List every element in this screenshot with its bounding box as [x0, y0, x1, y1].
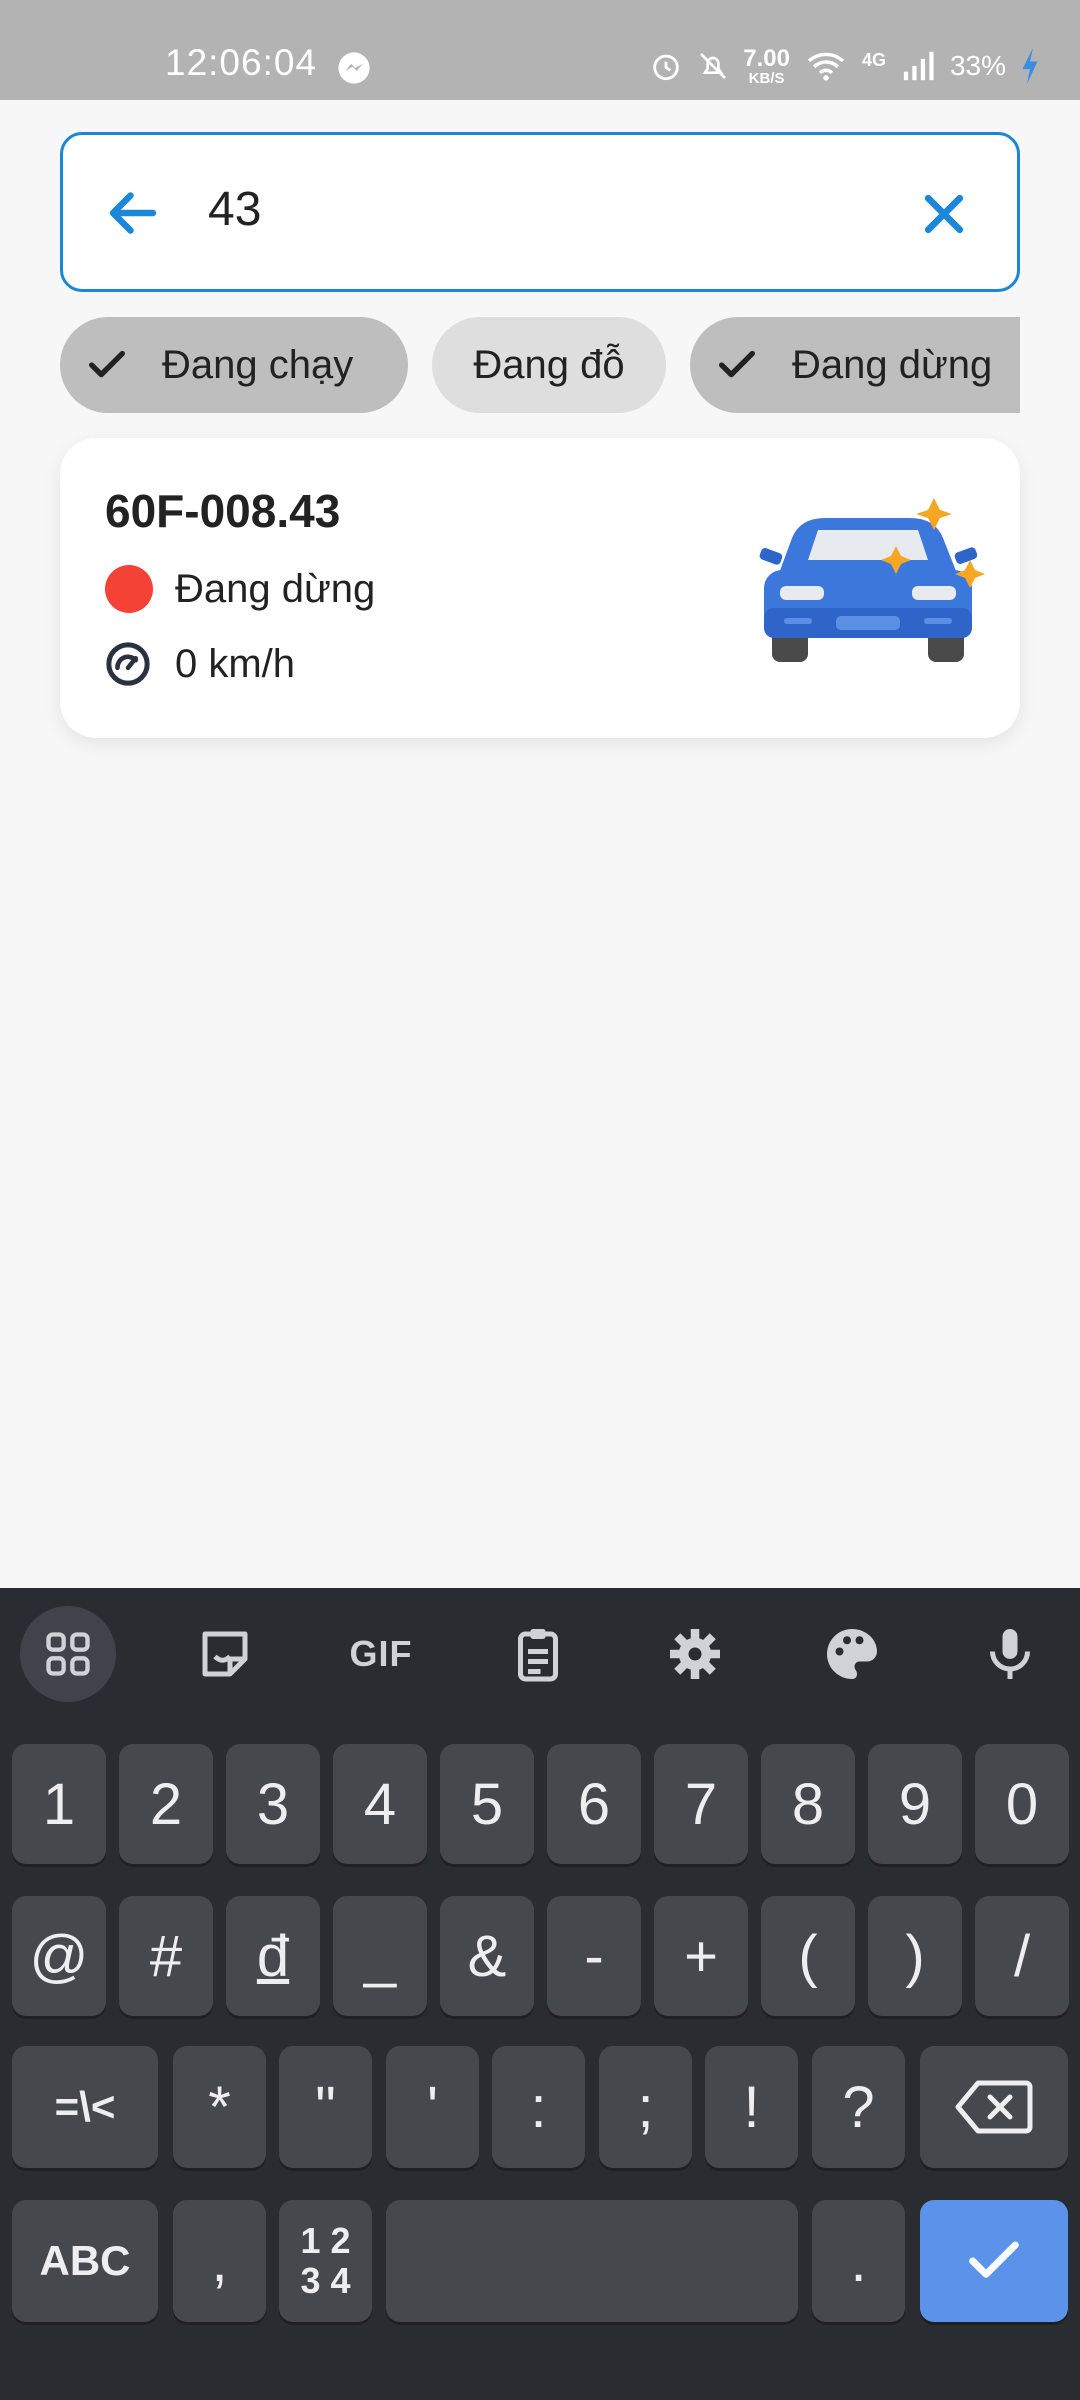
- signal-icon: [903, 51, 934, 81]
- clock: 12:06:04: [165, 42, 318, 83]
- filter-chip-stopped[interactable]: Đang dừng: [690, 317, 1020, 413]
- check-icon: [88, 350, 126, 378]
- key-8[interactable]: 8: [761, 1744, 855, 1864]
- net-speed-unit: KB/S: [748, 69, 785, 87]
- numpad-key-top: 1 2: [300, 2220, 351, 2261]
- sticker-button[interactable]: [177, 1606, 273, 1702]
- key-semicolon[interactable]: ;: [599, 2046, 692, 2168]
- wifi-icon: [807, 52, 845, 81]
- key-4[interactable]: 4: [333, 1744, 427, 1864]
- network-type: 4G: [861, 49, 886, 70]
- gif-label: GIF: [349, 1633, 413, 1674]
- settings-button[interactable]: [647, 1606, 743, 1702]
- status-bar: 12:06:04 7.00 KB/S 4G 33%: [0, 0, 1080, 100]
- search-bar[interactable]: 43: [60, 132, 1020, 292]
- filter-chip-parked[interactable]: Đang đỗ: [432, 317, 666, 413]
- back-arrow-icon[interactable]: [103, 183, 163, 243]
- net-speed: 7.00 KB/S: [743, 44, 790, 87]
- key-hash[interactable]: #: [119, 1896, 213, 2016]
- key-more-symbols[interactable]: =\<: [12, 2046, 158, 2168]
- vehicle-plate: 60F-008.43: [105, 485, 341, 537]
- key-single-quote[interactable]: ': [386, 2046, 479, 2168]
- theme-button[interactable]: [804, 1606, 900, 1702]
- key-9[interactable]: 9: [868, 1744, 962, 1864]
- gif-button[interactable]: GIF: [333, 1606, 429, 1702]
- status-icons: 7.00 KB/S 4G 33%: [649, 46, 1040, 86]
- key-5[interactable]: 5: [440, 1744, 534, 1864]
- key-plus[interactable]: +: [654, 1896, 748, 2016]
- key-period[interactable]: .: [812, 2200, 905, 2322]
- key-6[interactable]: 6: [547, 1744, 641, 1864]
- apps-button[interactable]: [20, 1606, 116, 1702]
- vehicle-status: Đang dừng: [175, 566, 376, 611]
- key-close-paren[interactable]: ): [868, 1896, 962, 2016]
- key-minus[interactable]: -: [547, 1896, 641, 2016]
- clipboard-icon: [518, 1629, 558, 1682]
- check-icon: [718, 350, 756, 378]
- numpad-key[interactable]: 1 2 3 4: [279, 2200, 372, 2322]
- key-7[interactable]: 7: [654, 1744, 748, 1864]
- key-comma[interactable]: ,: [173, 2200, 266, 2322]
- clear-icon[interactable]: [917, 187, 971, 241]
- status-dot-icon: [105, 565, 153, 613]
- filter-chip-label: Đang đỗ: [473, 342, 625, 387]
- key-colon[interactable]: :: [492, 2046, 585, 2168]
- search-input[interactable]: 43: [208, 182, 261, 237]
- palette-icon: [827, 1629, 877, 1679]
- car-icon: [759, 498, 985, 662]
- voice-input-button[interactable]: [962, 1606, 1058, 1702]
- key-slash[interactable]: /: [975, 1896, 1069, 2016]
- vehicle-card[interactable]: 60F-008.43 Đang dừng 0 km/h: [60, 438, 1020, 738]
- sticker-icon: [202, 1631, 248, 1677]
- key-dong[interactable]: đ: [226, 1896, 320, 2016]
- mute-bell-icon: [700, 53, 727, 79]
- keyboard-toolbar: GIF: [0, 1588, 1080, 1718]
- check-icon: [969, 2241, 1019, 2278]
- key-3[interactable]: 3: [226, 1744, 320, 1864]
- key-double-quote[interactable]: ": [279, 2046, 372, 2168]
- net-speed-value: 7.00: [743, 44, 790, 72]
- key-2[interactable]: 2: [119, 1744, 213, 1864]
- vehicle-status-row: Đang dừng: [105, 565, 375, 613]
- key-question[interactable]: ?: [812, 2046, 905, 2168]
- key-1[interactable]: 1: [12, 1744, 106, 1864]
- filter-chip-running[interactable]: Đang chạy: [60, 317, 408, 413]
- battery-level: 33%: [949, 50, 1006, 81]
- clipboard-button[interactable]: [490, 1606, 586, 1702]
- key-exclamation[interactable]: !: [705, 2046, 798, 2168]
- speedometer-icon: [106, 642, 150, 686]
- key-asterisk[interactable]: *: [173, 2046, 266, 2168]
- keyboard: GIF 1 2 3 4 5 6 7 8 9 0 @ # đ _ & - + (…: [0, 1588, 1080, 2400]
- apps-icon: [46, 1632, 90, 1676]
- backspace-icon: [955, 2080, 1033, 2134]
- filter-chip-label: Đang chạy: [162, 342, 354, 387]
- settings-icon: [670, 1629, 720, 1679]
- vehicle-speed-row: 0 km/h: [105, 641, 295, 687]
- filter-chips: Đang chạy Đang đỗ Đang dừng: [60, 317, 1020, 413]
- key-open-paren[interactable]: (: [761, 1896, 855, 2016]
- done-key[interactable]: [920, 2200, 1068, 2322]
- key-0[interactable]: 0: [975, 1744, 1069, 1864]
- abc-key[interactable]: ABC: [12, 2200, 158, 2322]
- alarm-icon: [653, 54, 679, 81]
- vehicle-speed: 0 km/h: [175, 641, 296, 686]
- numpad-key-bottom: 3 4: [300, 2260, 351, 2301]
- microphone-icon: [990, 1629, 1030, 1679]
- filter-chip-label: Đang dừng: [792, 342, 993, 387]
- key-ampersand[interactable]: &: [440, 1896, 534, 2016]
- charging-icon: [1022, 48, 1038, 84]
- messenger-icon: [338, 52, 370, 84]
- backspace-key[interactable]: [920, 2046, 1068, 2168]
- space-key[interactable]: [386, 2200, 798, 2322]
- key-at[interactable]: @: [12, 1896, 106, 2016]
- key-underscore[interactable]: _: [333, 1896, 427, 2016]
